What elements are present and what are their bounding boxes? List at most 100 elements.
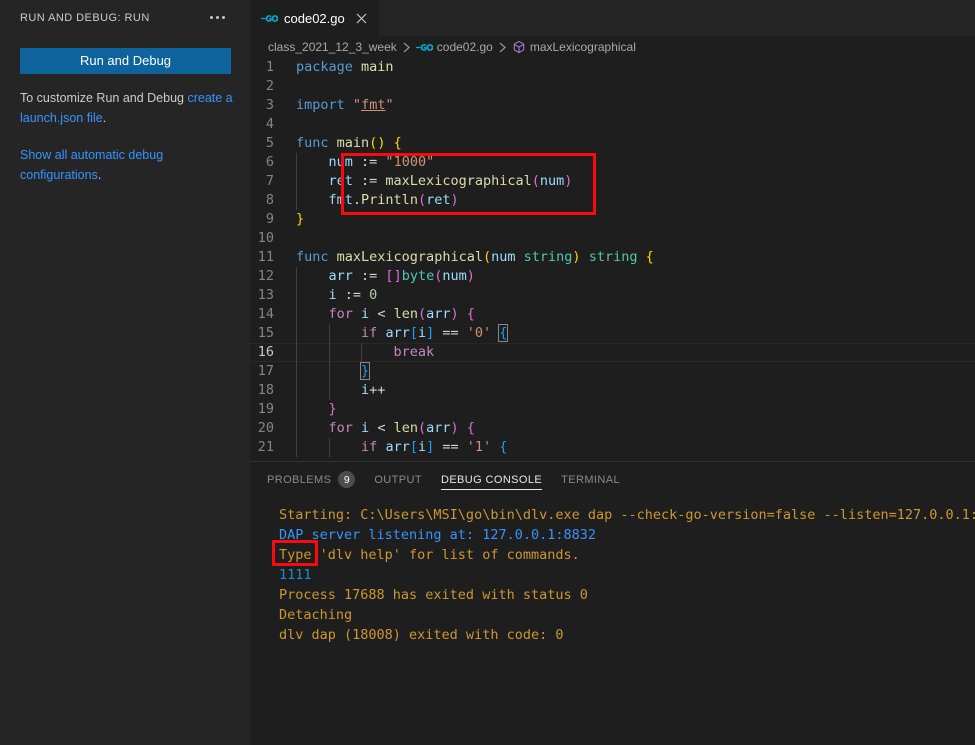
code-line[interactable]: 7 ret := maxLexicographical(num) — [250, 172, 975, 191]
indent-guide — [296, 381, 297, 400]
customize-hint-period: . — [102, 111, 107, 125]
code-text: package main — [296, 59, 394, 75]
indent-guide — [296, 286, 297, 305]
code-text: if arr[i] == '0' { — [296, 324, 509, 343]
line-number: 8 — [265, 192, 274, 208]
breadcrumb-label: maxLexicographical — [529, 40, 636, 54]
line-number: 13 — [257, 287, 274, 303]
line-number: 18 — [257, 382, 274, 398]
customize-hint: To customize Run and Debug create a laun… — [20, 88, 235, 128]
console-line: Starting: C:\Users\MSI\go\bin\dlv.exe da… — [279, 507, 975, 523]
panel-tab-label: TERMINAL — [561, 473, 620, 486]
breadcrumb-item-file[interactable]: code02.go — [415, 40, 493, 54]
breadcrumb-item-folder[interactable]: class_2021_12_3_week — [268, 40, 397, 54]
line-number: 4 — [265, 116, 274, 132]
code-line[interactable]: 8 fmt.Println(ret) — [250, 191, 975, 210]
indent-guide — [328, 324, 330, 343]
bottom-panel: PROBLEMS 9 OUTPUT DEBUG CONSOLE TERMINAL Sta… — [250, 461, 975, 745]
code-line[interactable]: 20 for i < len(arr) { — [250, 419, 975, 438]
code-line[interactable]: 19 } — [250, 400, 975, 419]
line-number: 14 — [257, 306, 274, 322]
code-text: } — [296, 400, 337, 419]
code-line[interactable]: 3 import "fmt" — [250, 96, 975, 115]
code-line[interactable]: 21 if arr[i] == '1' { — [250, 438, 975, 457]
panel-tab-debug-console[interactable]: DEBUG CONSOLE — [440, 462, 543, 497]
line-number: 7 — [265, 173, 274, 189]
run-and-debug-sidebar: RUN AND DEBUG: RUN Run and Debug To cust… — [0, 0, 250, 745]
close-icon[interactable] — [353, 9, 371, 27]
breadcrumb: class_2021_12_3_week code02.go maxLexico… — [250, 36, 975, 58]
panel-tab-output[interactable]: OUTPUT — [374, 462, 422, 497]
panel-tab-bar: PROBLEMS 9 OUTPUT DEBUG CONSOLE TERMINAL — [250, 462, 975, 497]
code-line[interactable]: 1 package main — [250, 58, 975, 77]
indent-guide — [296, 305, 297, 324]
breadcrumb-label: code02.go — [436, 40, 493, 54]
panel-tab-terminal[interactable]: TERMINAL — [561, 462, 620, 497]
code-line[interactable]: 2 — [250, 77, 975, 96]
sidebar-header: RUN AND DEBUG: RUN — [0, 0, 250, 35]
code-line[interactable]: 12 arr := []byte(num) — [250, 267, 975, 286]
tab-label: code02.go — [284, 10, 345, 26]
code-line[interactable]: 9} — [250, 210, 975, 229]
console-line: 1111 — [279, 567, 312, 583]
code-text: break — [296, 343, 434, 362]
console-line: dlv dap (18008) exited with code: 0 — [279, 627, 564, 643]
kebab-dot — [215, 16, 219, 19]
indent-guide — [296, 153, 297, 172]
automatic-config-hint: Show all automatic debug configurations. — [20, 145, 235, 185]
customize-hint-text: To customize Run and Debug — [20, 91, 188, 105]
indent-guide — [296, 343, 297, 362]
code-text: i := 0 — [296, 286, 377, 305]
breadcrumb-label: class_2021_12_3_week — [268, 40, 397, 54]
code-text: for i < len(arr) { — [296, 419, 475, 438]
line-number: 19 — [257, 401, 274, 417]
indent-guide — [296, 172, 297, 191]
indent-guide — [296, 324, 297, 343]
problems-count-badge: 9 — [338, 471, 356, 488]
code-line[interactable]: 13 i := 0 — [250, 286, 975, 305]
code-line[interactable]: 16 break — [250, 343, 975, 362]
code-text: func maxLexicographical(num string) stri… — [296, 249, 654, 265]
debug-console-output[interactable]: Starting: C:\Users\MSI\go\bin\dlv.exe da… — [250, 497, 975, 745]
chevron-right-icon — [498, 42, 507, 53]
code-text: import "fmt" — [296, 97, 394, 113]
console-line: Detaching — [279, 607, 353, 623]
code-text: if arr[i] == '1' { — [296, 438, 507, 457]
line-number: 9 — [265, 211, 274, 227]
breadcrumb-item-symbol[interactable]: maxLexicographical — [512, 40, 636, 54]
code-line[interactable]: 10 — [250, 229, 975, 248]
indent-guide — [328, 343, 330, 362]
code-line[interactable]: 17 } — [250, 362, 975, 381]
code-line[interactable]: 11 func maxLexicographical(num string) st… — [250, 248, 975, 267]
code-text: num := "1000" — [296, 153, 434, 172]
indent-guide — [296, 419, 297, 438]
code-text: arr := []byte(num) — [296, 267, 475, 286]
sidebar-body: Run and Debug To customize Run and Debug… — [0, 48, 250, 185]
console-line: Process 17688 has exited with status 0 — [279, 587, 588, 603]
run-and-debug-button[interactable]: Run and Debug — [20, 48, 231, 74]
show-automatic-debug-configurations-link[interactable]: Show all automatic debug configurations — [20, 148, 163, 182]
code-line[interactable]: 14 for i < len(arr) { — [250, 305, 975, 324]
line-number: 1 — [265, 59, 274, 75]
more-actions-icon[interactable] — [206, 7, 228, 29]
line-number: 21 — [257, 439, 274, 455]
automatic-config-period: . — [97, 168, 102, 182]
code-line[interactable]: 18 i++ — [250, 381, 975, 400]
code-text: func main() { — [296, 135, 402, 151]
code-line[interactable]: 5 func main() { — [250, 134, 975, 153]
panel-tab-problems[interactable]: PROBLEMS 9 — [267, 462, 356, 497]
code-text: ret := maxLexicographical(num) — [296, 172, 572, 191]
indent-guide — [296, 267, 297, 286]
panel-tab-label: PROBLEMS — [267, 473, 332, 486]
code-lines: 1 package main 2 3 import "fmt" 4 5 func main()… — [250, 58, 975, 457]
tab-code02-go[interactable]: code02.go — [250, 0, 379, 36]
code-line[interactable]: 15 if arr[i] == '0' { — [250, 324, 975, 343]
indent-guide — [328, 362, 330, 381]
code-line[interactable]: 4 — [250, 115, 975, 134]
line-number: 15 — [257, 325, 274, 341]
code-line[interactable]: 6 num := "1000" — [250, 153, 975, 172]
code-editor[interactable]: 1 package main 2 3 import "fmt" 4 5 func main()… — [250, 58, 975, 461]
indent-guide — [328, 381, 330, 400]
indent-guide — [296, 362, 297, 381]
code-text: for i < len(arr) { — [296, 305, 475, 324]
